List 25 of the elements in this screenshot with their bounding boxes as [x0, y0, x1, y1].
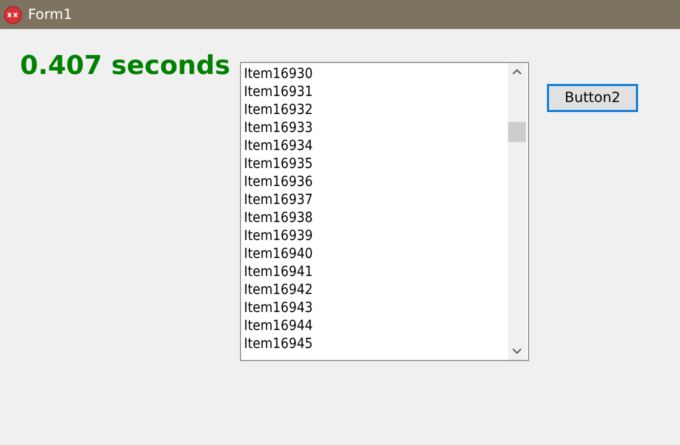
list-item[interactable]: Item16933 — [244, 119, 508, 137]
list-item[interactable]: Item16943 — [244, 299, 508, 317]
scroll-up-icon[interactable] — [512, 69, 522, 75]
timing-label: 0.407 seconds — [20, 51, 232, 81]
app-icon — [4, 6, 22, 24]
window-title: Form1 — [28, 6, 72, 22]
list-item[interactable]: Item16939 — [244, 227, 508, 245]
list-item[interactable]: Item16931 — [244, 83, 508, 101]
list-item[interactable]: Item16940 — [244, 245, 508, 263]
scrollbar[interactable] — [508, 63, 526, 360]
list-item[interactable]: Item16936 — [244, 173, 508, 191]
scroll-down-icon[interactable] — [512, 348, 522, 354]
button[interactable]: Button2 — [547, 84, 638, 112]
list-item[interactable]: Item16941 — [244, 263, 508, 281]
list-item[interactable]: Item16935 — [244, 155, 508, 173]
list-item[interactable]: Item16938 — [244, 209, 508, 227]
list-item[interactable]: Item16937 — [244, 191, 508, 209]
list-item[interactable]: Item16930 — [244, 65, 508, 83]
list-item[interactable]: Item16934 — [244, 137, 508, 155]
list-item[interactable]: Item16945 — [244, 335, 508, 353]
list-item[interactable]: Item16944 — [244, 317, 508, 335]
list-item[interactable]: Item16932 — [244, 101, 508, 119]
list-item[interactable]: Item16942 — [244, 281, 508, 299]
list-box[interactable]: Item16930 Item16931 Item16932 Item16933 Item16934 Item16935 Item16936 Item16937 Item16938 Item16939 Item16940 Item16941 Item16942 Item16943 Item16944 Item16945 — [240, 62, 529, 361]
scroll-thumb[interactable] — [508, 122, 526, 142]
